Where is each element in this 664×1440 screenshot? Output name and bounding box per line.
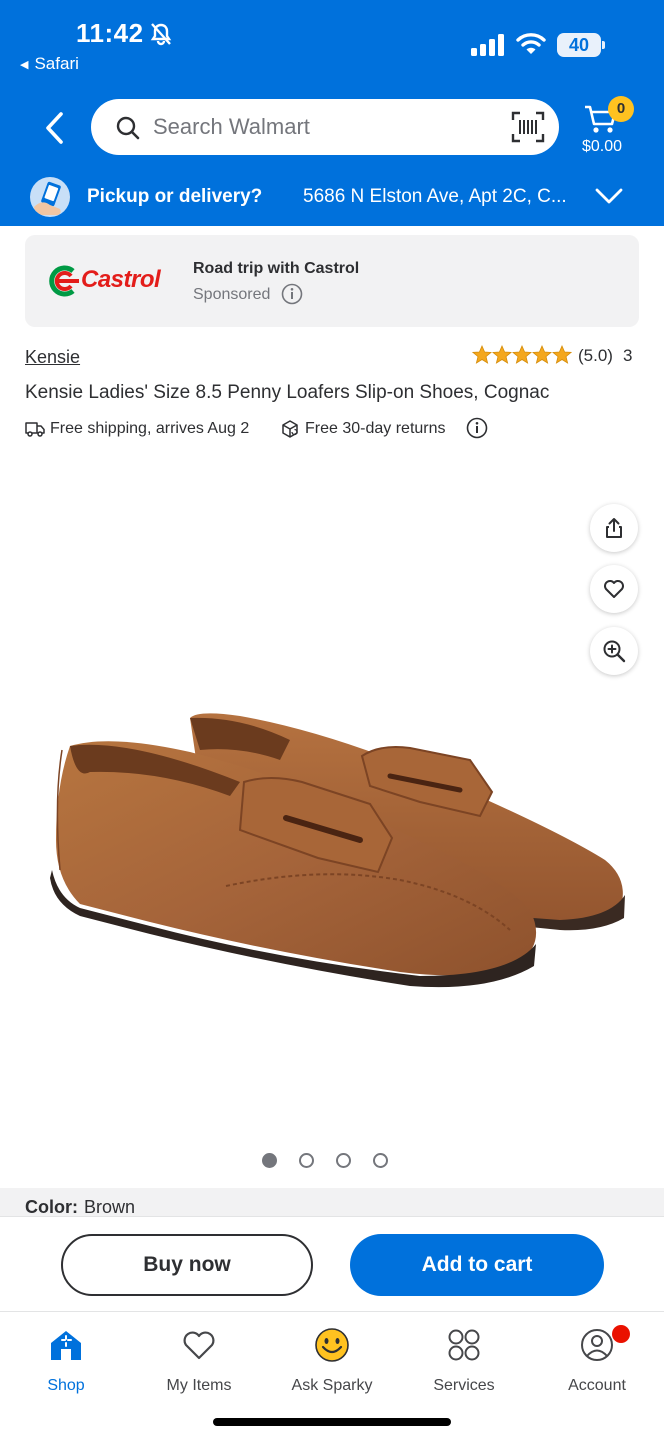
- buy-now-button[interactable]: Buy now: [61, 1234, 313, 1296]
- castrol-mark-icon: [49, 265, 79, 297]
- search-bar[interactable]: [91, 99, 559, 155]
- castrol-logo: Castrol: [47, 263, 197, 299]
- nav-label: Ask Sparky: [291, 1377, 373, 1394]
- share-icon: [606, 518, 622, 538]
- signal-icon: [471, 34, 504, 56]
- carousel-dot[interactable]: [299, 1153, 314, 1168]
- back-app-label: Safari: [34, 54, 79, 73]
- cart-button[interactable]: 0 $0.00: [576, 96, 636, 160]
- account-icon: [581, 1329, 613, 1361]
- carousel-dot[interactable]: [336, 1153, 351, 1168]
- brand-link[interactable]: Kensie: [25, 347, 80, 368]
- chevron-down-icon[interactable]: [594, 184, 624, 208]
- purchase-action-bar: Buy now Add to cart: [0, 1216, 664, 1312]
- back-triangle-icon: ◀: [20, 59, 29, 71]
- shipping-truck-icon: [25, 422, 45, 437]
- status-time: 11:42: [76, 18, 144, 48]
- color-value: Brown: [84, 1197, 136, 1217]
- returns-box-icon: [282, 420, 298, 438]
- services-icon: [448, 1329, 480, 1361]
- search-icon: [116, 116, 140, 140]
- pickup-title: Pickup or delivery?: [87, 186, 263, 207]
- back-to-safari[interactable]: ◀ Safari: [20, 54, 79, 74]
- nav-shop[interactable]: Shop: [11, 1325, 121, 1401]
- favorite-button[interactable]: [590, 565, 638, 613]
- nav-label: Services: [433, 1377, 495, 1394]
- review-count: 3: [623, 346, 633, 365]
- bell-muted-icon: [150, 23, 172, 46]
- battery-nub: [602, 41, 605, 49]
- shipping-info: Free shipping, arrives Aug 2: [50, 420, 250, 437]
- image-carousel-dots: [262, 1151, 402, 1171]
- account-notification-badge: [612, 1325, 630, 1343]
- pickup-delivery-icon: [30, 177, 70, 217]
- product-title: Kensie Ladies' Size 8.5 Penny Loafers Sl…: [25, 382, 550, 403]
- nav-services[interactable]: Services: [409, 1325, 519, 1401]
- share-button[interactable]: [590, 504, 638, 552]
- carousel-dot[interactable]: [373, 1153, 388, 1168]
- castrol-wordmark: Castrol: [81, 266, 161, 293]
- back-arrow-icon[interactable]: [40, 108, 72, 148]
- cart-count-badge: 0: [608, 96, 634, 122]
- add-to-cart-button[interactable]: Add to cart: [350, 1234, 604, 1296]
- battery-indicator: 40: [557, 33, 605, 57]
- carousel-dot[interactable]: [262, 1153, 277, 1168]
- sparky-icon: [315, 1328, 349, 1362]
- app-header: 11:42 ◀ Safari 40 Search Walmart 0 $0.00…: [0, 0, 664, 226]
- zoom-button[interactable]: [590, 627, 638, 675]
- info-icon[interactable]: [466, 417, 488, 439]
- cart-total: $0.00: [581, 138, 623, 155]
- heart-icon: [604, 580, 624, 598]
- nav-label: My Items: [166, 1377, 232, 1394]
- nav-label: Account: [568, 1377, 626, 1394]
- pickup-delivery-selector[interactable]: Pickup or delivery? 5686 N Elston Ave, A…: [0, 170, 664, 226]
- star-rating-icon: [472, 345, 572, 364]
- pickup-address: 5686 N Elston Ave, Apt 2C, C...: [303, 186, 565, 207]
- battery-level: 40: [557, 33, 601, 57]
- sponsored-label: Sponsored: [193, 286, 271, 303]
- info-icon[interactable]: [281, 283, 303, 305]
- ad-title: Road trip with Castrol: [193, 260, 360, 277]
- color-selector[interactable]: Color: Brown: [0, 1188, 664, 1218]
- nav-account[interactable]: Account: [542, 1325, 652, 1401]
- product-image[interactable]: [40, 690, 640, 1020]
- heart-icon: [183, 1331, 215, 1360]
- sponsored-ad-banner[interactable]: Castrol Road trip with Castrol Sponsored: [25, 235, 639, 327]
- shop-icon: [51, 1331, 81, 1360]
- barcode-scanner-icon[interactable]: [511, 111, 545, 143]
- nav-ask-sparky[interactable]: Ask Sparky: [277, 1325, 387, 1401]
- search-input[interactable]: [153, 99, 493, 155]
- wifi-icon: [516, 33, 546, 54]
- zoom-in-icon: [603, 640, 626, 663]
- rating-score: (5.0): [578, 346, 613, 365]
- returns-info: Free 30-day returns: [305, 420, 446, 437]
- nav-my-items[interactable]: My Items: [144, 1325, 254, 1401]
- home-indicator: [213, 1418, 451, 1426]
- nav-label: Shop: [47, 1377, 85, 1394]
- color-label: Color:: [25, 1197, 78, 1217]
